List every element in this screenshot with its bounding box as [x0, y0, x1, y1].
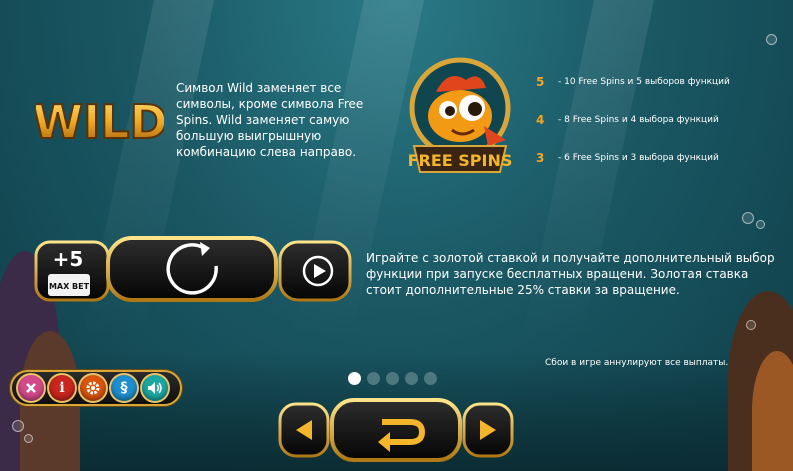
page-indicator [348, 372, 437, 385]
previous-page-button[interactable] [278, 402, 330, 458]
section-icon[interactable]: § [111, 375, 137, 401]
page-dot[interactable] [348, 372, 361, 385]
gold-bet-description: Играйте с золотой ставкой и получайте до… [366, 251, 775, 297]
wild-logo-text: WILD [36, 95, 164, 149]
paytable-navigation [278, 398, 514, 462]
page-dot[interactable] [386, 372, 399, 385]
gear-icon[interactable] [80, 375, 106, 401]
page-dot[interactable] [424, 372, 437, 385]
menu-bar: i § [10, 370, 182, 406]
payout-row: 4 - 8 Free Spins и 4 выбора функций [536, 114, 738, 126]
payout-count: 5 [536, 75, 545, 89]
autoplay-button [278, 240, 352, 302]
payout-text: - 6 Free Spins и 3 выбора функций [558, 153, 719, 163]
speaker-icon[interactable] [142, 375, 168, 401]
bubble [756, 220, 765, 229]
bubble [766, 34, 777, 45]
bubble [24, 434, 33, 443]
free-spins-symbol: FREE SPINS [408, 57, 513, 173]
payout-text: - 10 Free Spins и 5 выборов функций [558, 77, 730, 87]
payout-row: 3 - 6 Free Spins и 3 выбора функций [536, 152, 738, 164]
payout-count: 4 [536, 113, 545, 127]
payout-row: 5 - 10 Free Spins и 5 выборов функций [536, 76, 738, 88]
gold-bet-controls-illustration: +5 MAX BET [34, 236, 352, 302]
wild-description: Символ Wild заменяет все символы, кроме … [176, 81, 364, 159]
coral-right [752, 351, 793, 471]
info-icon[interactable]: i [49, 375, 75, 401]
bubble [746, 320, 756, 330]
free-spins-logo-text: FREE SPINS [408, 151, 513, 170]
payout-count: 3 [536, 151, 545, 165]
page-dot[interactable] [367, 372, 380, 385]
disclaimer: Сбои в игре аннулируют все выплаты. [545, 358, 729, 368]
close-icon[interactable] [18, 375, 44, 401]
gold-bet-plus-label: +5 [53, 247, 84, 271]
spin-button [106, 236, 278, 302]
wild-symbol: WILD [36, 94, 164, 150]
bubble [12, 420, 24, 432]
return-button[interactable] [330, 398, 462, 462]
page-dot[interactable] [405, 372, 418, 385]
payout-text: - 8 Free Spins и 4 выбора функций [558, 115, 719, 125]
next-page-button[interactable] [462, 402, 514, 458]
gold-bet-button: +5 MAX BET [34, 240, 110, 302]
bubble [742, 212, 754, 224]
max-bet-label: MAX BET [49, 282, 90, 291]
